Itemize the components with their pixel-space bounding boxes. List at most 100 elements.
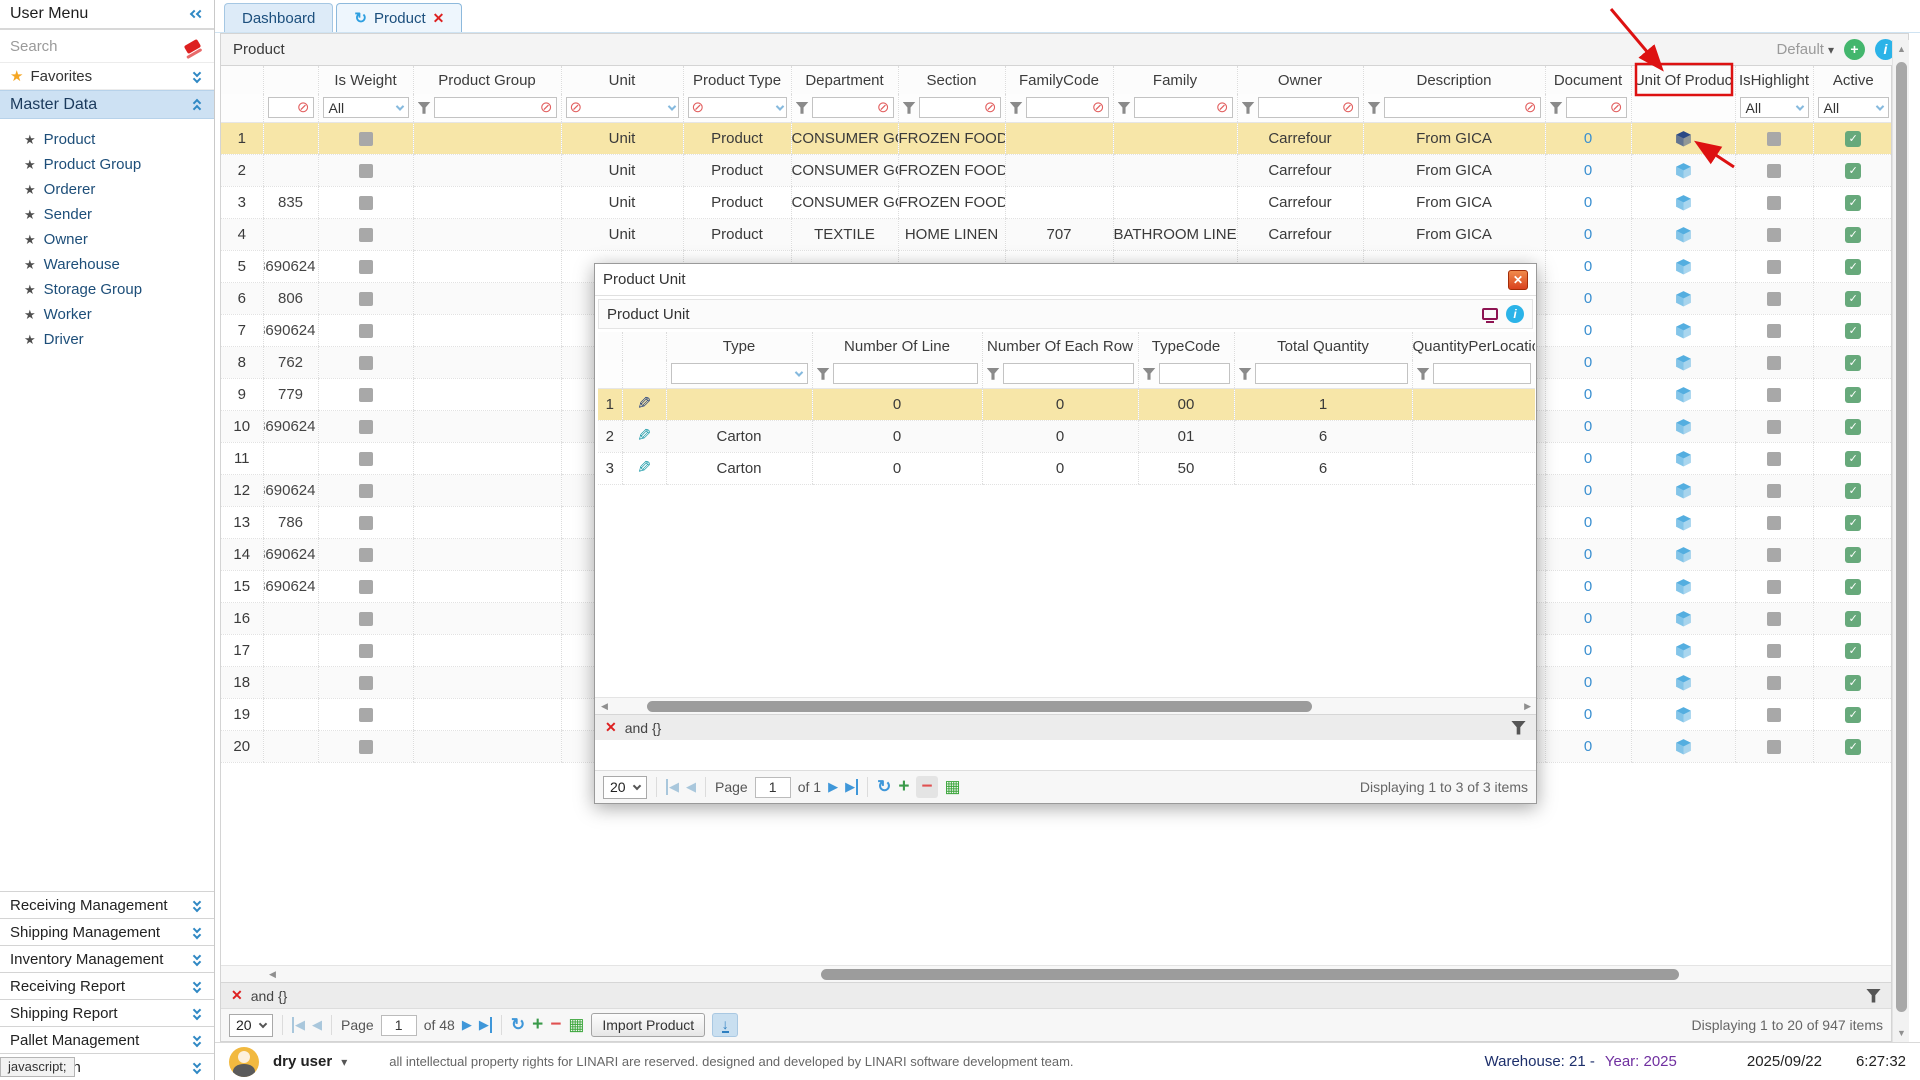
- col-unit[interactable]: Unit: [561, 66, 683, 94]
- filter-builder-icon[interactable]: [1511, 721, 1526, 735]
- is-weight-checkbox[interactable]: [359, 228, 373, 242]
- unit-of-product-cube-icon[interactable]: [1675, 514, 1692, 531]
- funnel-icon[interactable]: [1239, 368, 1252, 380]
- document-count-link[interactable]: 0: [1584, 418, 1592, 435]
- refresh-tab-icon[interactable]: ↻: [354, 5, 367, 32]
- page-number-input[interactable]: [381, 1015, 417, 1036]
- scrollbar-thumb[interactable]: [647, 701, 1312, 712]
- tab-product[interactable]: ↻ Product ✕: [336, 3, 462, 32]
- is-weight-checkbox[interactable]: [359, 260, 373, 274]
- next-page-button[interactable]: ▶: [462, 1017, 472, 1033]
- monitor-icon[interactable]: [1482, 308, 1498, 320]
- clear-filter-icon[interactable]: ⊘: [540, 100, 553, 115]
- col-department[interactable]: Department: [791, 66, 898, 94]
- chevron-down-icon[interactable]: [191, 953, 204, 966]
- chevron-down-icon[interactable]: [191, 980, 204, 993]
- col-number-of-line[interactable]: Number Of Line: [812, 332, 982, 360]
- document-count-link[interactable]: 0: [1584, 386, 1592, 403]
- active-checkbox[interactable]: ✓: [1845, 643, 1861, 659]
- modal-horizontal-scrollbar[interactable]: ◀ ▶: [595, 697, 1536, 714]
- is-highlight-checkbox[interactable]: [1767, 452, 1781, 466]
- section-filter-input[interactable]: ⊘: [919, 97, 1001, 118]
- is-weight-checkbox[interactable]: [359, 580, 373, 594]
- active-checkbox[interactable]: ✓: [1845, 355, 1861, 371]
- remove-row-icon[interactable]: −: [916, 776, 937, 798]
- scroll-right-icon[interactable]: ▶: [1524, 701, 1531, 712]
- is-highlight-checkbox[interactable]: [1767, 676, 1781, 690]
- clear-filter-icon[interactable]: ⊘: [570, 100, 583, 115]
- sidebar-section[interactable]: Receiving Management: [0, 891, 214, 918]
- col-section[interactable]: Section: [898, 66, 1005, 94]
- info-button[interactable]: i: [1506, 305, 1524, 323]
- unit-of-product-cube-icon[interactable]: [1675, 482, 1692, 499]
- type-filter-select[interactable]: [671, 363, 808, 384]
- next-page-button[interactable]: ▶: [828, 779, 838, 795]
- is-highlight-checkbox[interactable]: [1767, 612, 1781, 626]
- refresh-grid-icon[interactable]: ↻: [511, 1015, 525, 1035]
- is-highlight-checkbox[interactable]: [1767, 324, 1781, 338]
- filter-builder-icon[interactable]: [1866, 989, 1881, 1003]
- clear-search-icon[interactable]: [184, 39, 201, 54]
- is-highlight-checkbox[interactable]: [1767, 356, 1781, 370]
- refresh-grid-icon[interactable]: ↻: [877, 777, 891, 797]
- first-page-button[interactable]: ◀: [292, 1017, 305, 1033]
- col-number-of-each-row[interactable]: Number Of Each Row: [982, 332, 1138, 360]
- previous-page-button[interactable]: ◀: [312, 1017, 322, 1033]
- document-count-link[interactable]: 0: [1584, 194, 1592, 211]
- active-checkbox[interactable]: ✓: [1845, 451, 1861, 467]
- funnel-icon[interactable]: [1242, 102, 1255, 114]
- chevron-down-icon[interactable]: [191, 1061, 204, 1074]
- sidebar-item[interactable]: ★ Warehouse: [0, 252, 214, 277]
- unit-of-product-cube-icon[interactable]: [1675, 386, 1692, 403]
- unit-of-product-cube-icon[interactable]: [1675, 322, 1692, 339]
- unit-of-product-cube-icon[interactable]: [1675, 610, 1692, 627]
- avatar[interactable]: [229, 1047, 259, 1077]
- unit-of-product-cube-icon[interactable]: [1675, 674, 1692, 691]
- unit-of-product-cube-icon[interactable]: [1675, 706, 1692, 723]
- chevron-down-icon[interactable]: [191, 899, 204, 912]
- layout-selector[interactable]: Default▾: [1776, 41, 1834, 58]
- number-of-line-filter-input[interactable]: [833, 363, 978, 384]
- table-row[interactable]: 1 ✎ 0 0 00 1: [598, 388, 1535, 420]
- document-count-link[interactable]: 0: [1584, 162, 1592, 179]
- scrollbar-thumb[interactable]: [1896, 62, 1907, 1012]
- chevron-down-icon[interactable]: [191, 70, 204, 83]
- code-filter-input[interactable]: ⊘: [268, 97, 314, 118]
- is-weight-checkbox[interactable]: [359, 420, 373, 434]
- funnel-icon[interactable]: [1368, 102, 1381, 114]
- edit-row-icon[interactable]: ✎: [637, 426, 651, 446]
- is-highlight-checkbox[interactable]: [1767, 132, 1781, 146]
- clear-filter-expression-icon[interactable]: ✕: [605, 719, 617, 736]
- table-row[interactable]: 4 Unit Product TEXTILE HOME LINEN 707 BA…: [221, 218, 1892, 250]
- document-count-link[interactable]: 0: [1584, 226, 1592, 243]
- department-filter-input[interactable]: ⊘: [812, 97, 894, 118]
- unit-of-product-cube-icon[interactable]: [1675, 546, 1692, 563]
- unit-of-product-cube-icon[interactable]: [1675, 226, 1692, 243]
- document-count-link[interactable]: 0: [1584, 610, 1592, 627]
- add-row-icon[interactable]: +: [532, 1014, 543, 1036]
- sidebar-item[interactable]: ★ Owner: [0, 227, 214, 252]
- chevron-up-icon[interactable]: [191, 98, 204, 111]
- chevron-down-icon[interactable]: [191, 1007, 204, 1020]
- funnel-icon[interactable]: [1143, 368, 1156, 380]
- is-weight-checkbox[interactable]: [359, 484, 373, 498]
- is-weight-checkbox[interactable]: [359, 516, 373, 530]
- funnel-icon[interactable]: [987, 368, 1000, 380]
- active-checkbox[interactable]: ✓: [1845, 131, 1861, 147]
- is-weight-checkbox[interactable]: [359, 292, 373, 306]
- page-size-select[interactable]: 20: [603, 776, 647, 799]
- import-product-button[interactable]: Import Product: [591, 1013, 705, 1037]
- document-count-link[interactable]: 0: [1584, 450, 1592, 467]
- unit-of-product-cube-icon[interactable]: [1675, 194, 1692, 211]
- remove-row-icon[interactable]: −: [550, 1014, 561, 1036]
- family-filter-input[interactable]: ⊘: [1134, 97, 1233, 118]
- close-modal-button[interactable]: ✕: [1508, 270, 1528, 290]
- is-highlight-checkbox[interactable]: [1767, 548, 1781, 562]
- tab-dashboard[interactable]: Dashboard: [224, 3, 333, 32]
- is-weight-checkbox[interactable]: [359, 676, 373, 690]
- owner-filter-input[interactable]: ⊘: [1258, 97, 1359, 118]
- unit-filter-select[interactable]: ⊘: [566, 97, 679, 118]
- download-template-button[interactable]: ↓: [712, 1013, 738, 1037]
- col-total-quantity[interactable]: Total Quantity: [1234, 332, 1412, 360]
- funnel-icon[interactable]: [1550, 102, 1563, 114]
